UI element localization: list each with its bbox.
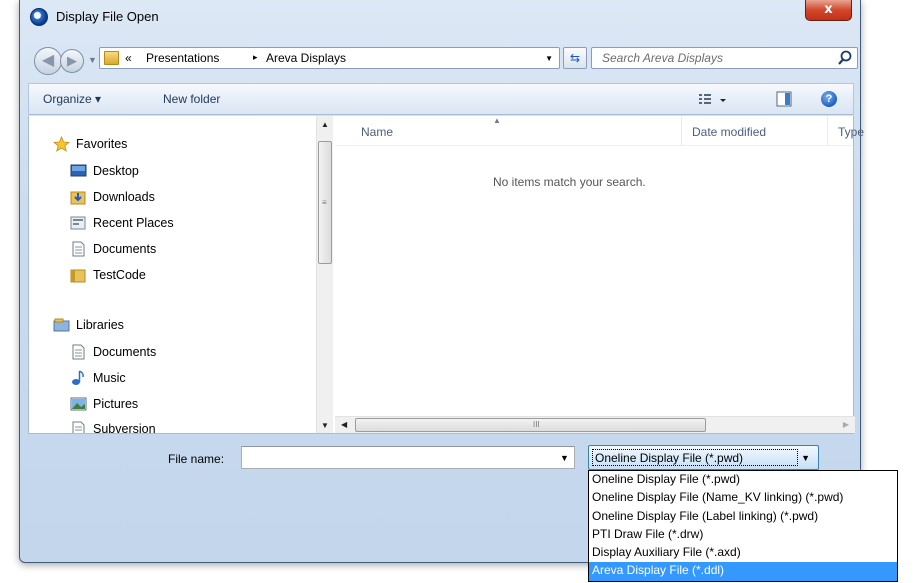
file-type-option[interactable]: Oneline Display File (*.pwd): [589, 471, 897, 489]
breadcrumb-overflow[interactable]: «: [125, 51, 132, 65]
horizontal-scrollbar[interactable]: ◀ III ▶: [335, 416, 855, 433]
sidebar-item-label: Downloads: [93, 190, 155, 204]
file-list-pane: Name ▲ Date modified Type No items match…: [335, 116, 864, 433]
scroll-right-arrow-icon[interactable]: ▶: [843, 420, 849, 429]
pictures-icon: [70, 397, 87, 411]
navigation-bar: ◀ ▶ ▼ « Presentations ▸ Areva Displays ▼…: [20, 40, 860, 75]
content-area: Favorites Desktop Downloads Recent Place…: [28, 116, 864, 434]
sidebar-item-label: Recent Places: [93, 216, 174, 230]
file-type-option[interactable]: Display Auxiliary File (*.axd): [589, 544, 897, 562]
recent-places-icon: [70, 216, 86, 230]
sort-ascending-icon: ▲: [493, 116, 501, 125]
sidebar-group-label: Libraries: [76, 318, 124, 332]
scrollbar-thumb[interactable]: ≡: [318, 141, 332, 264]
star-icon: [53, 136, 70, 152]
file-type-selected: Oneline Display File (*.pwd): [592, 449, 798, 466]
sidebar-item-pictures[interactable]: Pictures: [70, 394, 138, 414]
breadcrumb-areva-displays[interactable]: Areva Displays: [266, 51, 346, 65]
sidebar-item-label: Music: [93, 371, 126, 385]
empty-list-message: No items match your search.: [493, 175, 646, 189]
folder-icon: [104, 51, 119, 65]
sidebar-item-label: Desktop: [93, 164, 139, 178]
sidebar-item-label: Subversion: [93, 422, 156, 433]
organize-button[interactable]: Organize ▾: [43, 92, 101, 106]
navigation-pane: Favorites Desktop Downloads Recent Place…: [29, 116, 334, 433]
preview-pane-icon[interactable]: [776, 91, 792, 107]
sidebar-item-label: Documents: [93, 345, 157, 359]
scroll-left-arrow-icon[interactable]: ◀: [341, 420, 347, 429]
grip-icon: III: [533, 420, 540, 429]
column-header-row: Name ▲ Date modified Type: [335, 116, 864, 146]
file-type-select[interactable]: Oneline Display File (*.pwd) ▼: [588, 445, 819, 470]
document-icon: [72, 241, 85, 257]
command-bar: Organize ▾ New folder ?: [28, 83, 854, 115]
column-label: Name: [361, 125, 394, 139]
chevron-down-icon[interactable]: ▼: [801, 453, 810, 463]
help-button[interactable]: ?: [821, 91, 837, 107]
music-icon: [72, 370, 84, 385]
window-title: Display File Open: [56, 9, 159, 24]
search-placeholder: Search Areva Displays: [602, 51, 723, 65]
new-folder-button[interactable]: New folder: [163, 92, 220, 106]
sidebar-item-label: Documents: [93, 242, 157, 256]
document-icon: [72, 344, 85, 360]
sidebar-item-documents[interactable]: Documents: [70, 239, 156, 259]
back-button[interactable]: ◀: [34, 47, 62, 75]
column-header-type[interactable]: Type: [827, 116, 867, 146]
title-bar[interactable]: Display File Open x: [20, 0, 860, 38]
navigation-pane-scrollbar[interactable]: ▲ ≡ ▼: [316, 116, 333, 433]
column-header-name[interactable]: Name ▲: [351, 116, 681, 146]
sidebar-item-label: TestCode: [93, 268, 146, 282]
sidebar-favorites[interactable]: Favorites: [53, 134, 127, 154]
file-name-label: File name:: [168, 452, 225, 466]
sidebar-libraries[interactable]: Libraries: [53, 315, 124, 335]
address-bar[interactable]: « Presentations ▸ Areva Displays ▼: [99, 47, 560, 69]
sidebar-item-subversion[interactable]: Subversion: [70, 419, 156, 433]
sidebar-item-library-documents[interactable]: Documents: [70, 342, 156, 362]
sidebar-item-music[interactable]: Music: [70, 368, 126, 388]
sidebar-item-desktop[interactable]: Desktop: [70, 161, 139, 181]
grip-icon: ≡: [322, 198, 327, 207]
folder-icon: [70, 269, 86, 283]
app-icon: [30, 8, 48, 26]
desktop-icon: [70, 164, 87, 177]
scroll-down-arrow-icon[interactable]: ▼: [321, 421, 329, 430]
file-type-option[interactable]: Oneline Display File (Label linking) (*.…: [589, 508, 897, 526]
file-type-option[interactable]: PTI Draw File (*.drw): [589, 526, 897, 544]
address-dropdown-icon[interactable]: ▼: [545, 54, 553, 63]
document-icon: [72, 421, 85, 433]
sidebar-item-recent-places[interactable]: Recent Places: [70, 213, 174, 233]
sidebar-item-testcode[interactable]: TestCode: [70, 265, 146, 285]
recent-locations-dropdown-icon[interactable]: ▼: [88, 55, 97, 65]
libraries-icon: [53, 318, 70, 332]
change-view-icon[interactable]: [698, 91, 730, 109]
close-button[interactable]: x: [805, 0, 852, 21]
search-input[interactable]: Search Areva Displays: [591, 47, 858, 69]
sidebar-item-downloads[interactable]: Downloads: [70, 187, 155, 207]
sidebar-item-label: Pictures: [93, 397, 139, 411]
forward-button[interactable]: ▶: [60, 49, 84, 73]
file-type-option[interactable]: Oneline Display File (Name_KV linking) (…: [589, 489, 897, 507]
horizontal-scrollbar-thumb[interactable]: III: [355, 418, 706, 432]
breadcrumb-separator-icon[interactable]: ▸: [253, 52, 258, 63]
file-name-input[interactable]: [241, 446, 575, 469]
refresh-button[interactable]: ⇆: [563, 47, 587, 69]
file-type-option-highlighted[interactable]: Areva Display File (*.ddl): [589, 562, 897, 581]
file-name-dropdown-icon[interactable]: ▼: [560, 453, 569, 463]
file-type-dropdown-list: Oneline Display File (*.pwd) Oneline Dis…: [588, 470, 898, 582]
downloads-folder-icon: [70, 191, 86, 205]
breadcrumb-presentations[interactable]: Presentations: [146, 51, 219, 65]
scroll-up-arrow-icon[interactable]: ▲: [321, 120, 329, 129]
search-icon[interactable]: [837, 49, 853, 67]
column-header-date-modified[interactable]: Date modified: [681, 116, 827, 146]
sidebar-group-label: Favorites: [76, 137, 128, 151]
